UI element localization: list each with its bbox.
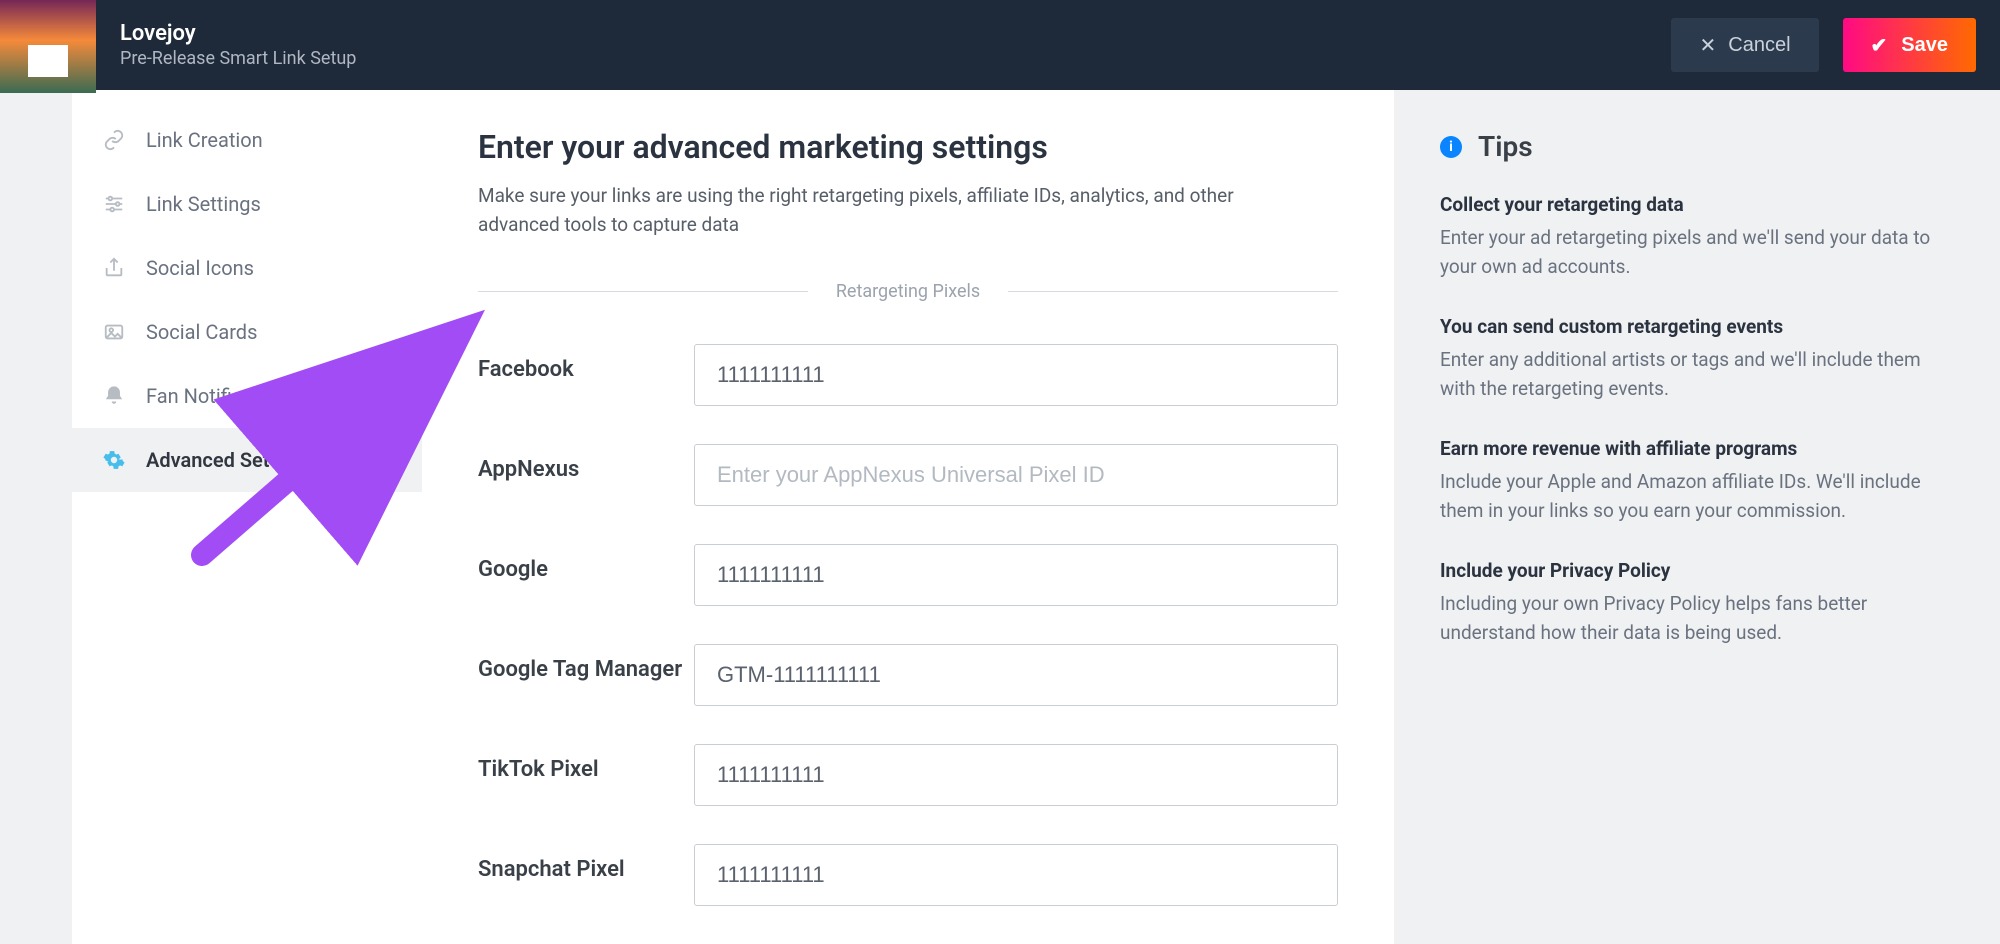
main-heading: Enter your advanced marketing settings xyxy=(478,128,1338,166)
page-header: Lovejoy Pre-Release Smart Link Setup ✕ C… xyxy=(0,0,2000,90)
cancel-button-label: Cancel xyxy=(1728,34,1790,57)
link-icon xyxy=(98,129,130,151)
sidebar-item-label: Social Icons xyxy=(146,256,254,280)
separator-line xyxy=(1008,291,1338,292)
sidebar-item-label: Social Cards xyxy=(146,320,257,344)
sidebar-item-social-cards[interactable]: Social Cards xyxy=(72,300,422,364)
field-gtm: Google Tag Manager xyxy=(478,644,1338,706)
facebook-input[interactable] xyxy=(694,344,1338,406)
field-label: Snapchat Pixel xyxy=(478,844,694,885)
sidebar-item-social-icons[interactable]: Social Icons xyxy=(72,236,422,300)
tip-title: Collect your retargeting data xyxy=(1440,193,1954,216)
gtm-input[interactable] xyxy=(694,644,1338,706)
cancel-button[interactable]: ✕ Cancel xyxy=(1671,18,1818,72)
sidebar-item-label: Advanced Settings xyxy=(146,448,314,472)
tip-block: Include your Privacy Policy Including yo… xyxy=(1440,559,1954,647)
google-input[interactable] xyxy=(694,544,1338,606)
check-icon: ✔ xyxy=(1871,33,1888,58)
tip-body: Enter your ad retargeting pixels and we'… xyxy=(1440,224,1954,281)
save-button-label: Save xyxy=(1901,34,1948,57)
gear-icon xyxy=(98,449,130,471)
field-label: Google Tag Manager xyxy=(478,644,694,685)
field-snapchat: Snapchat Pixel xyxy=(478,844,1338,906)
separator-line xyxy=(478,291,808,292)
close-icon: ✕ xyxy=(1699,33,1716,58)
left-gutter xyxy=(0,90,72,944)
snapchat-input[interactable] xyxy=(694,844,1338,906)
field-tiktok: TikTok Pixel xyxy=(478,744,1338,806)
field-label: AppNexus xyxy=(478,444,694,485)
field-facebook: Facebook xyxy=(478,344,1338,406)
appnexus-input[interactable] xyxy=(694,444,1338,506)
field-appnexus: AppNexus xyxy=(478,444,1338,506)
header-titles: Lovejoy Pre-Release Smart Link Setup xyxy=(120,21,356,69)
save-button[interactable]: ✔ Save xyxy=(1843,18,1976,72)
sidebar-item-link-creation[interactable]: Link Creation xyxy=(72,108,422,172)
field-label: TikTok Pixel xyxy=(478,744,694,785)
sidebar-item-link-settings[interactable]: Link Settings xyxy=(72,172,422,236)
section-label: Retargeting Pixels xyxy=(808,281,1008,302)
tip-body: Include your Apple and Amazon affiliate … xyxy=(1440,468,1954,525)
tip-block: You can send custom retargeting events E… xyxy=(1440,315,1954,403)
section-separator: Retargeting Pixels xyxy=(478,281,1338,302)
sidebar-item-label: Link Settings xyxy=(146,192,261,216)
tip-block: Collect your retargeting data Enter your… xyxy=(1440,193,1954,281)
sidebar-item-label: Link Creation xyxy=(146,128,263,152)
image-icon xyxy=(98,321,130,343)
tip-body: Enter any additional artists or tags and… xyxy=(1440,346,1954,403)
tip-title: Earn more revenue with affiliate program… xyxy=(1440,437,1954,460)
field-label: Facebook xyxy=(478,344,694,385)
tip-title: You can send custom retargeting events xyxy=(1440,315,1954,338)
page-subtitle: Pre-Release Smart Link Setup xyxy=(120,48,356,69)
sidebar-item-advanced-settings[interactable]: Advanced Settings xyxy=(72,428,422,492)
sliders-icon xyxy=(98,193,130,215)
tip-block: Earn more revenue with affiliate program… xyxy=(1440,437,1954,525)
tiktok-input[interactable] xyxy=(694,744,1338,806)
page-title: Lovejoy xyxy=(120,21,356,46)
field-label: Google xyxy=(478,544,694,585)
tip-title: Include your Privacy Policy xyxy=(1440,559,1954,582)
sidebar: Link Creation Link Settings Social Icons… xyxy=(72,90,422,944)
tip-body: Including your own Privacy Policy helps … xyxy=(1440,590,1954,647)
share-icon xyxy=(98,257,130,279)
main-lead: Make sure your links are using the right… xyxy=(478,182,1298,239)
bell-icon xyxy=(98,385,130,407)
tips-panel: i Tips Collect your retargeting data Ent… xyxy=(1394,90,2000,944)
field-google: Google xyxy=(478,544,1338,606)
tips-header: i Tips xyxy=(1440,130,1954,163)
album-thumbnail xyxy=(0,0,96,93)
sidebar-item-label: Fan Notifications xyxy=(146,384,297,408)
tips-heading: Tips xyxy=(1478,130,1533,163)
page-body: Link Creation Link Settings Social Icons… xyxy=(0,90,2000,944)
sidebar-item-fan-notifications[interactable]: Fan Notifications xyxy=(72,364,422,428)
info-icon: i xyxy=(1440,136,1462,158)
main-content: Enter your advanced marketing settings M… xyxy=(422,90,1394,944)
